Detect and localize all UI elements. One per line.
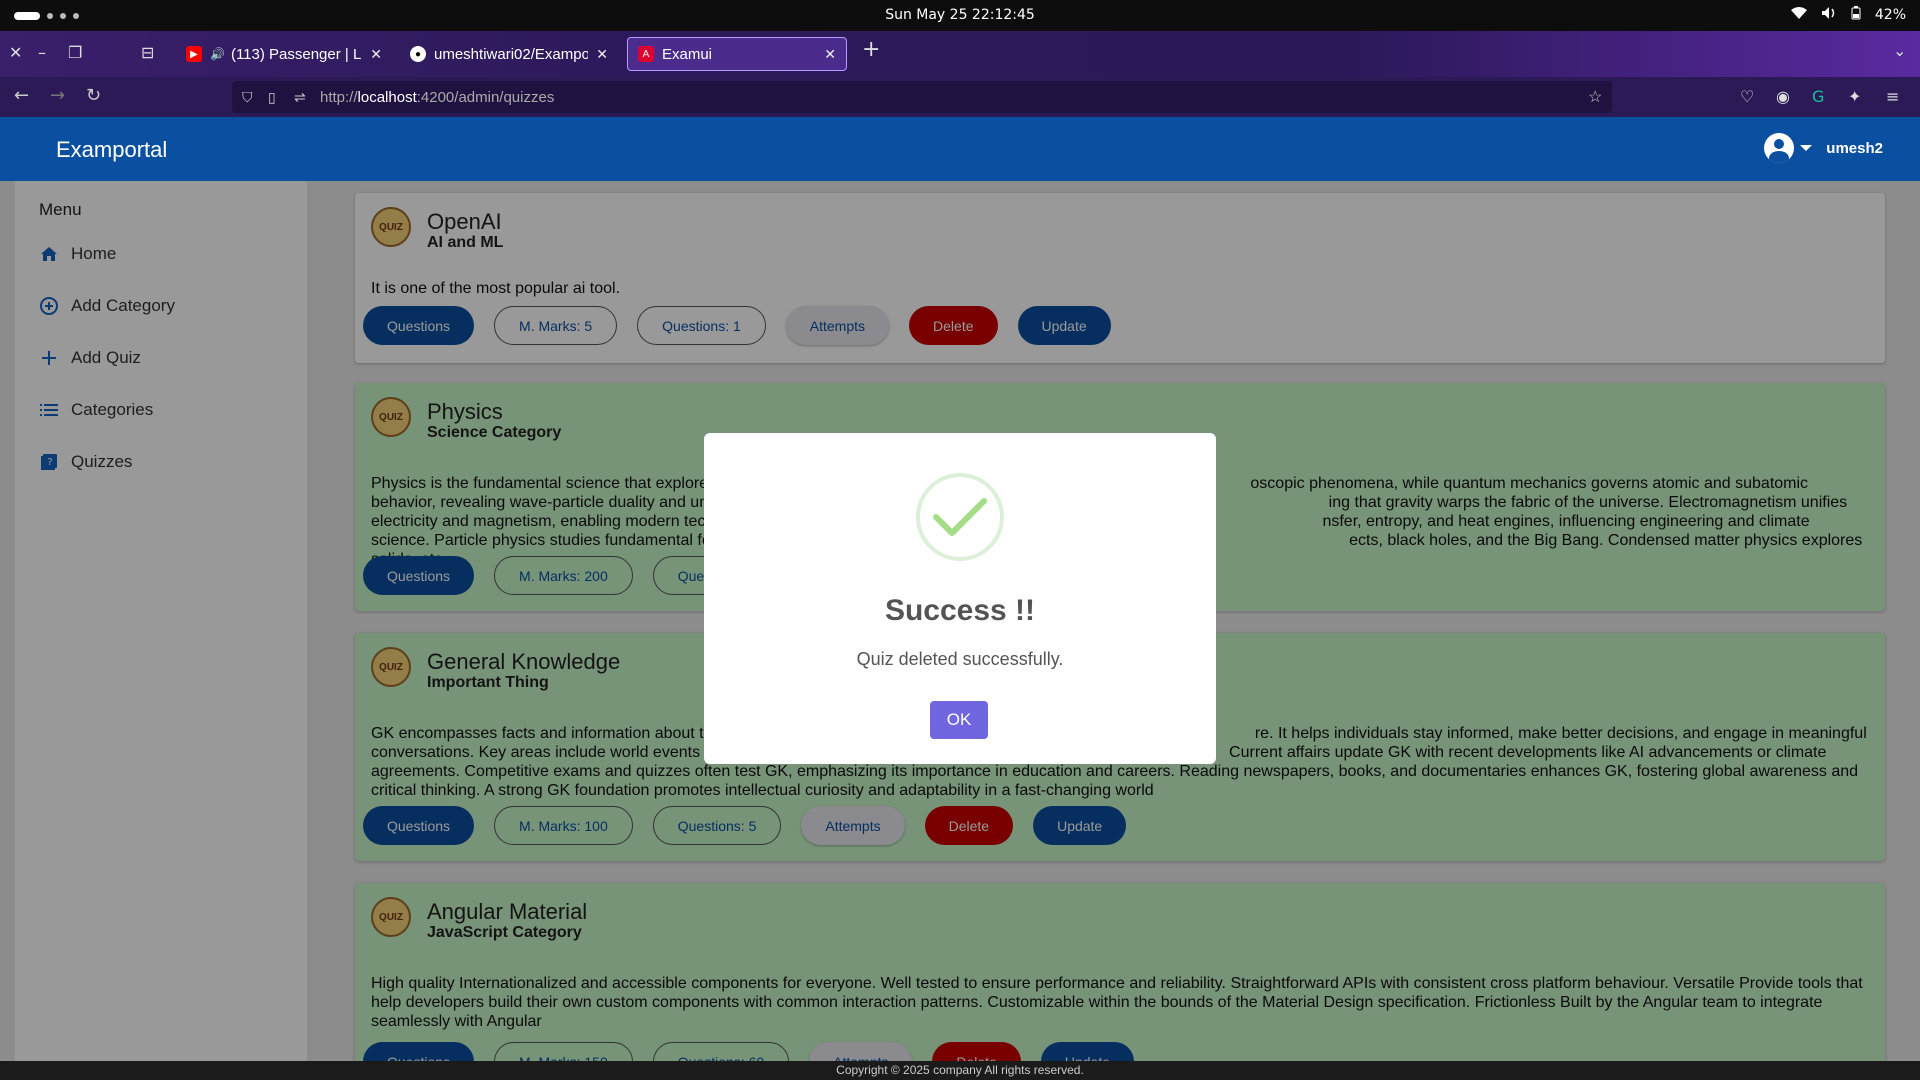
reload-icon[interactable]: ↻ <box>86 85 101 106</box>
browser-tab-strip: ✕ – ❐ ⊟ ▶ 🔊 (113) Passenger | Let I ✕ ● … <box>0 31 1920 77</box>
shield-icon[interactable]: ⛉ <box>242 89 253 106</box>
dialog-message: Quiz deleted successfully. <box>856 649 1064 669</box>
account-icon[interactable]: ◉ <box>1776 87 1790 106</box>
volume-icon <box>1821 6 1837 24</box>
wifi-icon <box>1790 6 1807 24</box>
close-tab-icon[interactable]: ✕ <box>596 46 608 63</box>
close-tab-icon[interactable]: ✕ <box>370 46 382 63</box>
system-clock[interactable]: Sun May 25 22:12:45 <box>0 7 1920 23</box>
url-bar[interactable]: ⛉ ▯ ⇌ http://localhost:4200/admin/quizze… <box>232 81 1612 113</box>
brand-title[interactable]: Examportal <box>56 137 167 163</box>
system-tray[interactable]: 42% <box>1790 6 1906 24</box>
restore-window-icon[interactable]: ❐ <box>68 43 82 62</box>
ok-button[interactable]: OK <box>930 701 988 739</box>
page-info-icon[interactable]: ▯ <box>268 89 276 106</box>
tab-audio-icon[interactable]: 🔊 <box>210 47 225 61</box>
pocket-icon[interactable]: ♡ <box>1740 87 1754 106</box>
new-tab-icon[interactable]: + <box>862 37 880 62</box>
success-check-icon <box>916 473 1004 561</box>
user-menu[interactable]: umesh2 <box>1764 133 1883 163</box>
hamburger-menu-icon[interactable]: ≡ <box>1886 87 1899 106</box>
os-top-bar: Sun May 25 22:12:45 42% <box>0 0 1920 31</box>
tab-list-chevron-icon[interactable]: ⌄ <box>1893 41 1906 60</box>
permissions-icon[interactable]: ⇌ <box>294 89 306 106</box>
username: umesh2 <box>1826 139 1883 157</box>
close-window-icon[interactable]: ✕ <box>9 43 22 62</box>
angular-icon: A <box>638 46 654 62</box>
page-footer: Copyright © 2025 company All rights rese… <box>0 1061 1920 1080</box>
back-icon[interactable]: ← <box>14 85 29 106</box>
url-prefix: http:// <box>320 88 358 106</box>
tab-examui[interactable]: A Examui ✕ <box>627 37 847 71</box>
url-host: localhost <box>357 88 417 106</box>
success-dialog: Success !! Quiz deleted successfully. OK <box>704 433 1216 764</box>
github-icon: ● <box>410 46 426 62</box>
youtube-icon: ▶ <box>186 46 202 62</box>
extensions-icon[interactable]: ✦ <box>1848 87 1861 106</box>
tab-youtube[interactable]: ▶ 🔊 (113) Passenger | Let I ✕ <box>176 37 392 71</box>
close-tab-icon[interactable]: ✕ <box>824 46 836 63</box>
avatar <box>1764 133 1795 163</box>
chevron-down-icon <box>1800 145 1813 151</box>
grammarly-icon[interactable]: G <box>1812 87 1824 106</box>
bookmark-star-icon[interactable]: ☆ <box>1588 87 1602 107</box>
tab-github[interactable]: ● umeshtiwari02/Examport ✕ <box>400 37 618 71</box>
app-header: Examportal umesh2 <box>0 117 1920 181</box>
forward-icon[interactable]: → <box>50 85 65 106</box>
tab-overview-icon[interactable]: ⊟ <box>141 43 154 62</box>
battery-icon <box>1851 6 1861 24</box>
url-path: :4200/admin/quizzes <box>416 88 555 106</box>
browser-nav-bar: ← → ↻ ⛉ ▯ ⇌ http://localhost:4200/admin/… <box>0 77 1920 117</box>
minimize-window-icon[interactable]: – <box>38 43 46 62</box>
battery-percent: 42% <box>1874 7 1906 23</box>
dialog-title: Success !! <box>884 594 1036 627</box>
